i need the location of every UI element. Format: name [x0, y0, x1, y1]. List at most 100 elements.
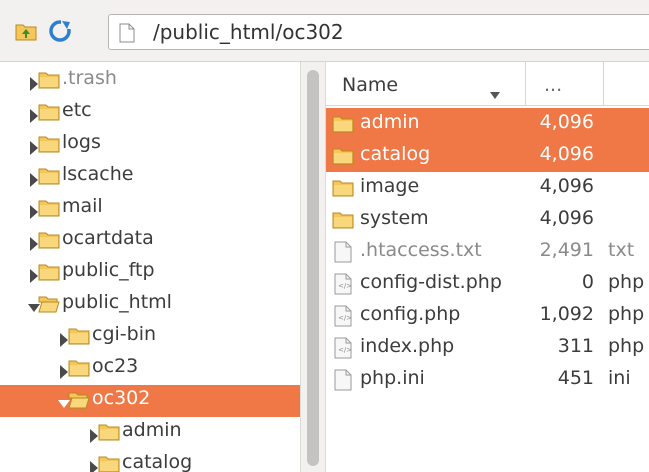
folder-icon: [38, 71, 60, 89]
php-file-icon: </>: [334, 305, 352, 327]
file-size: 0: [581, 271, 594, 293]
file-type: php: [608, 271, 645, 293]
tree-item[interactable]: ocartdata: [0, 225, 300, 257]
folder-icon: [332, 147, 354, 165]
tree-item[interactable]: logs: [0, 129, 300, 161]
scrollbar-thumb[interactable]: [307, 70, 319, 466]
file-name: image: [360, 175, 420, 197]
file-name: system: [360, 207, 429, 229]
folder-icon: [38, 135, 60, 153]
folder-icon: [332, 211, 354, 229]
folder-icon: [68, 359, 90, 377]
file-size: 2,491: [539, 239, 594, 261]
folder-icon: [38, 263, 60, 281]
tree-item[interactable]: oc23: [0, 353, 300, 385]
list-header: Name ...: [326, 62, 649, 106]
file-type: ini: [608, 367, 631, 389]
folder-icon: [38, 167, 60, 185]
tree-item-label: etc: [62, 99, 92, 121]
php-file-icon: </>: [334, 337, 352, 359]
tree-item[interactable]: public_html: [0, 289, 300, 321]
folder-icon: [38, 231, 60, 249]
tree-item[interactable]: oc302: [0, 385, 300, 417]
tree-item-label: oc302: [92, 387, 151, 409]
php-file-icon: </>: [334, 273, 352, 295]
folder-icon: [38, 103, 60, 121]
file-type: txt: [608, 239, 635, 261]
file-size: 311: [557, 335, 594, 357]
path-bar[interactable]: /public_html/oc302: [108, 14, 649, 50]
file-name: config.php: [360, 303, 461, 325]
tree-item-label: mail: [62, 195, 103, 217]
tree-item-label: public_ftp: [62, 259, 155, 281]
folder-icon: [98, 455, 120, 472]
file-name: .htaccess.txt: [360, 239, 482, 261]
tree-item-label: catalog: [122, 451, 193, 472]
folder-icon: [332, 115, 354, 133]
file-row[interactable]: </> config-dist.php 0 php: [326, 268, 649, 300]
tree-item[interactable]: .trash: [0, 65, 300, 97]
file-row[interactable]: .htaccess.txt 2,491 txt: [326, 236, 649, 268]
file-type: php: [608, 303, 645, 325]
column-header-size[interactable]: ...: [526, 62, 604, 106]
file-size: 451: [557, 367, 594, 389]
tree-item[interactable]: catalog: [0, 449, 300, 472]
text-file-icon: [334, 241, 352, 263]
folder-icon: [332, 179, 354, 197]
tree-item[interactable]: lscache: [0, 161, 300, 193]
svg-text:</>: </>: [338, 314, 352, 322]
file-name: php.ini: [360, 367, 425, 389]
tree-item[interactable]: public_ftp: [0, 257, 300, 289]
file-row[interactable]: php.ini 451 ini: [326, 364, 649, 396]
file-name: index.php: [360, 335, 455, 357]
file-row[interactable]: catalog 4,096: [326, 140, 649, 172]
tree-item[interactable]: cgi-bin: [0, 321, 300, 353]
tree-item[interactable]: mail: [0, 193, 300, 225]
file-type: php: [608, 335, 645, 357]
folder-tree[interactable]: .trash etc logs lscache mail ocartdata public_…: [0, 62, 300, 472]
sort-descending-icon: [490, 82, 500, 99]
tree-item-label: cgi-bin: [92, 323, 157, 345]
column-header-name[interactable]: Name: [326, 62, 526, 106]
column-name-label: Name: [342, 74, 399, 96]
tree-item-label: oc23: [92, 355, 139, 377]
folder-icon: [38, 199, 60, 217]
file-row[interactable]: </> config.php 1,092 php: [326, 300, 649, 332]
tree-item-label: ocartdata: [62, 227, 154, 249]
tree-item-label: logs: [62, 131, 101, 153]
folder-open-icon: [68, 391, 90, 409]
folder-icon: [68, 327, 90, 345]
refresh-icon[interactable]: [48, 19, 72, 43]
column-header-type[interactable]: [604, 62, 649, 106]
file-size: 1,092: [539, 303, 594, 325]
file-name: config-dist.php: [360, 271, 502, 293]
file-name: admin: [360, 111, 420, 133]
file-size: 4,096: [539, 207, 594, 229]
file-name: catalog: [360, 143, 431, 165]
folder-up-icon[interactable]: [14, 19, 38, 43]
folder-icon: [98, 423, 120, 441]
tree-item-label: .trash: [62, 67, 117, 89]
tree-item-label: lscache: [62, 163, 134, 185]
text-file-icon: [334, 369, 352, 391]
file-size: 4,096: [539, 175, 594, 197]
column-size-label: ...: [544, 74, 563, 96]
pane-splitter[interactable]: [300, 62, 326, 472]
tree-item[interactable]: etc: [0, 97, 300, 129]
file-row[interactable]: image 4,096: [326, 172, 649, 204]
file-row[interactable]: system 4,096: [326, 204, 649, 236]
file-size: 4,096: [539, 111, 594, 133]
folder-open-icon: [38, 295, 60, 313]
tree-item[interactable]: admin: [0, 417, 300, 449]
svg-text:</>: </>: [338, 346, 352, 354]
file-row[interactable]: admin 4,096: [326, 108, 649, 140]
document-icon: [119, 23, 135, 43]
tree-item-label: public_html: [62, 291, 172, 313]
file-row[interactable]: </> index.php 311 php: [326, 332, 649, 364]
svg-text:</>: </>: [338, 282, 352, 290]
file-list[interactable]: Name ... admin 4,096 catalog 4,096 image 4,09…: [326, 62, 649, 472]
tree-item-label: admin: [122, 419, 182, 441]
file-size: 4,096: [539, 143, 594, 165]
toolbar: /public_html/oc302: [0, 0, 649, 62]
path-text: /public_html/oc302: [153, 20, 344, 44]
